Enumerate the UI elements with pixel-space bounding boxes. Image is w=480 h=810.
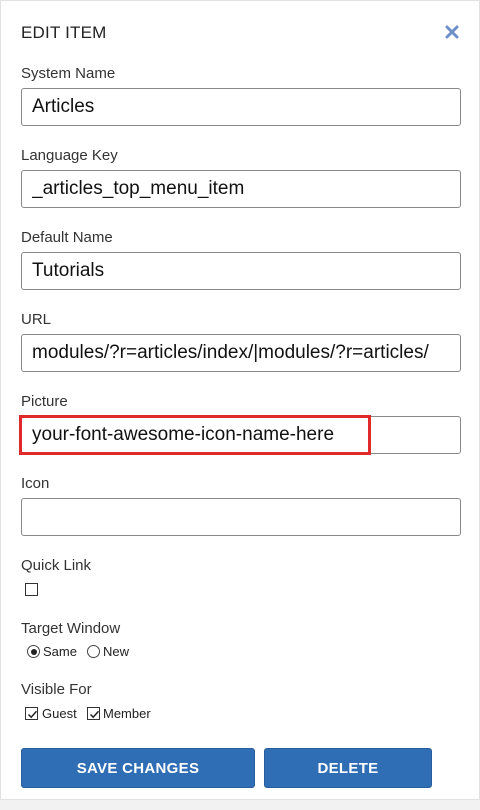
checkmark-icon — [27, 710, 38, 719]
picture-input[interactable] — [21, 416, 461, 454]
language-key-input[interactable] — [21, 170, 461, 208]
target-new-label: New — [103, 644, 130, 659]
visible-member-checkbox[interactable] — [87, 707, 100, 720]
target-new-radio[interactable] — [87, 645, 100, 658]
icon-label: Icon — [21, 475, 50, 492]
url-label: URL — [21, 311, 52, 328]
default-name-label: Default Name — [21, 229, 113, 246]
target-same-radio[interactable] — [27, 645, 40, 658]
visible-for-label: Visible For — [21, 681, 92, 698]
dialog-title: EDIT ITEM — [21, 23, 107, 42]
icon-input[interactable] — [21, 498, 461, 536]
checkmark-icon — [89, 710, 100, 719]
url-input[interactable] — [21, 334, 461, 372]
system-name-label: System Name — [21, 65, 116, 82]
target-same-label: Same — [43, 644, 77, 659]
visible-guest-label: Guest — [42, 706, 77, 721]
delete-button[interactable]: DELETE — [264, 748, 432, 788]
close-icon[interactable] — [443, 23, 461, 41]
visible-guest-checkbox[interactable] — [25, 707, 38, 720]
language-key-label: Language Key — [21, 147, 118, 164]
edit-item-dialog: EDIT ITEM System Name Language Key Defau… — [0, 0, 480, 800]
system-name-input[interactable] — [21, 88, 461, 126]
quick-link-label: Quick Link — [21, 557, 92, 574]
save-changes-button[interactable]: SAVE CHANGES — [21, 748, 255, 788]
default-name-input[interactable] — [21, 252, 461, 290]
picture-label: Picture — [21, 393, 68, 410]
visible-member-label: Member — [103, 706, 151, 721]
quick-link-checkbox[interactable] — [25, 583, 38, 596]
target-window-label: Target Window — [21, 620, 121, 637]
radio-selected-dot — [30, 648, 37, 655]
